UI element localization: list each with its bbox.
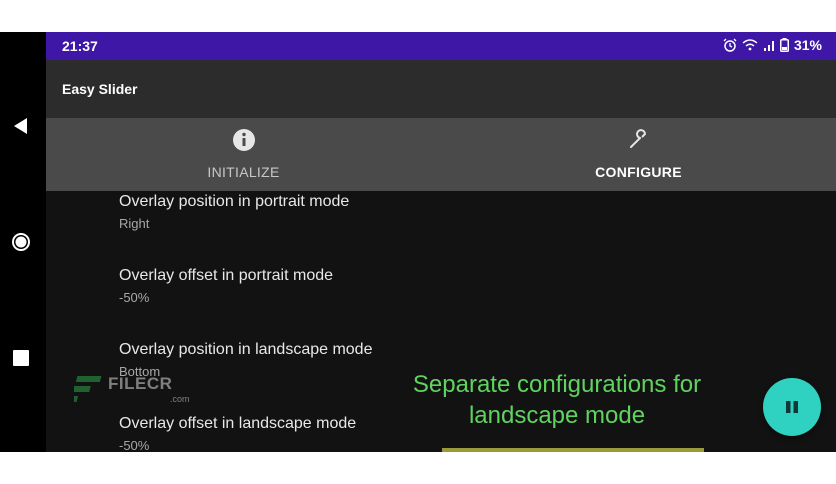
- tab-configure-label: CONFIGURE: [595, 164, 682, 180]
- setting-landscape-offset[interactable]: Overlay offset in landscape mode -50%: [119, 415, 356, 452]
- caption-line-2: landscape mode: [468, 402, 646, 429]
- setting-portrait-position[interactable]: Overlay position in portrait mode Right: [119, 193, 349, 231]
- caption-line-1: Separate configurations for: [412, 371, 702, 398]
- app-bar: Easy Slider: [46, 60, 836, 118]
- setting-title: Overlay offset in landscape mode: [119, 415, 357, 432]
- battery-icon: [779, 38, 789, 52]
- setting-title: Overlay position in landscape mode: [119, 341, 373, 358]
- back-icon[interactable]: [11, 116, 31, 136]
- watermark-logo: FILECR .com: [74, 374, 190, 414]
- recents-icon[interactable]: [11, 348, 31, 368]
- tab-initialize[interactable]: INITIALIZE: [46, 118, 441, 191]
- setting-value: -50%: [119, 438, 150, 452]
- caption-underline: [442, 448, 704, 452]
- pause-button[interactable]: [763, 378, 821, 436]
- home-icon[interactable]: [11, 232, 31, 252]
- setting-title: Overlay offset in portrait mode: [119, 267, 334, 284]
- setting-title: Overlay position in portrait mode: [119, 193, 350, 210]
- app-title: Easy Slider: [62, 81, 138, 97]
- watermark-mark-icon: [74, 376, 102, 402]
- signal-icon: [763, 39, 775, 51]
- navigation-bar: [0, 32, 46, 452]
- watermark-sub: .com: [170, 394, 190, 404]
- status-time: 21:37: [62, 38, 98, 54]
- status-bar: 21:37 31%: [46, 32, 836, 60]
- app-screen: 21:37 31% Easy Slider INITIALIZE CONFIGU…: [46, 32, 836, 452]
- device-frame: 21:37 31% Easy Slider INITIALIZE CONFIGU…: [0, 32, 836, 452]
- battery-percent: 31%: [793, 37, 822, 53]
- tab-initialize-label: INITIALIZE: [207, 164, 280, 180]
- setting-value: -50%: [119, 290, 150, 305]
- setting-value: Right: [119, 216, 150, 231]
- wrench-icon: [627, 128, 651, 157]
- info-icon: [232, 128, 256, 157]
- tab-configure[interactable]: CONFIGURE: [441, 118, 836, 191]
- watermark-text: FILECR: [108, 374, 173, 393]
- pause-icon: [786, 401, 798, 413]
- caption-overlay: Separate configurations for landscape mo…: [392, 369, 722, 431]
- setting-portrait-offset[interactable]: Overlay offset in portrait mode -50%: [119, 267, 333, 305]
- alarm-icon: [723, 38, 737, 52]
- wifi-icon: [742, 39, 758, 51]
- tab-bar: INITIALIZE CONFIGURE: [46, 118, 836, 191]
- status-icons: 31%: [723, 37, 822, 53]
